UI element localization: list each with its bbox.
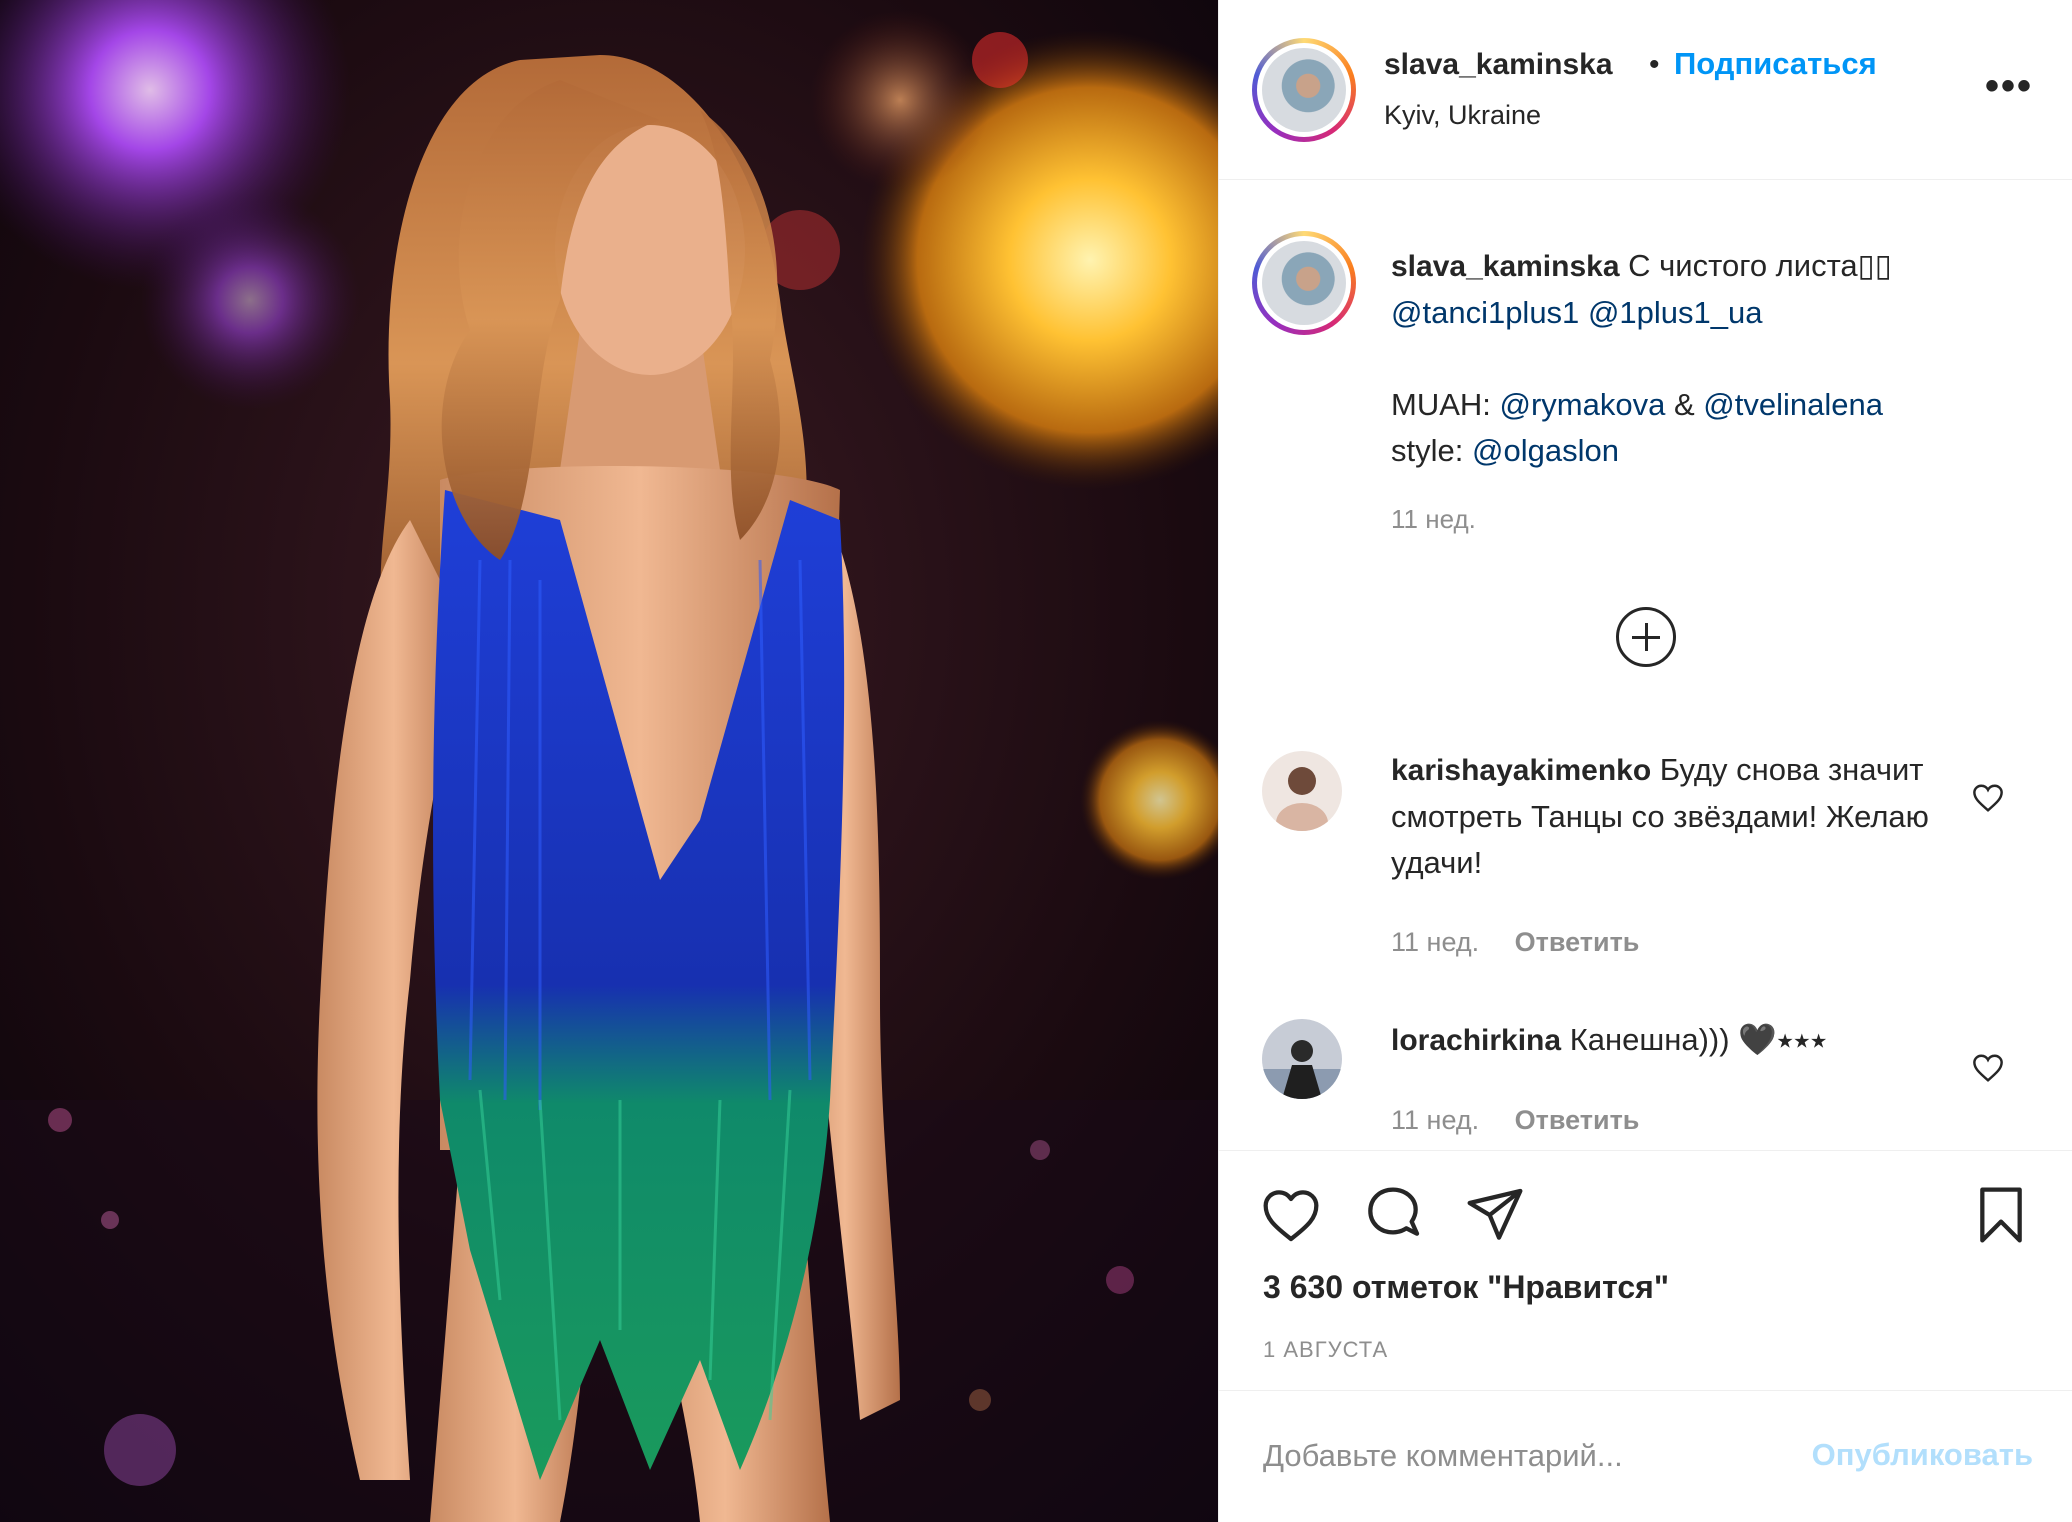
comments-list[interactable]: slava_kaminska С чистого листа▯▯ @tanci1… — [1219, 181, 2072, 1151]
comment-text: Канешна))) 🖤⭑⭑⭑ — [1569, 1022, 1827, 1057]
follow-button[interactable]: Подписаться — [1674, 46, 1877, 82]
caption-text: С чистого листа▯▯ — [1628, 248, 1892, 283]
ampersand: & — [1673, 387, 1695, 422]
muah-label: MUAH: — [1391, 387, 1491, 422]
comment-username[interactable]: karishayakimenko — [1391, 754, 1651, 787]
avatar[interactable] — [1262, 1019, 1342, 1099]
heart-icon[interactable] — [1971, 783, 2005, 813]
author-avatar[interactable] — [1252, 38, 1356, 142]
mention-link[interactable]: @1plus1_ua — [1588, 295, 1763, 330]
comment-time[interactable]: 11 нед. — [1391, 1105, 1479, 1135]
comment-body: lorachirkina Канешна))) 🖤⭑⭑⭑ — [1391, 1017, 1931, 1064]
add-comment-bar: Опубликовать — [1219, 1390, 2072, 1522]
post-actions: 3 630 отметок "Нравится" 1 АВГУСТА — [1219, 1150, 2072, 1390]
post-image-illustration — [0, 0, 1218, 1522]
mention-link[interactable]: @tanci1plus1 — [1391, 295, 1579, 330]
paper-plane-icon[interactable] — [1463, 1183, 1527, 1247]
post-side-panel: slava_kaminska • Подписаться Kyiv, Ukrai… — [1218, 0, 2072, 1522]
post-date[interactable]: 1 АВГУСТА — [1263, 1337, 1388, 1363]
more-horizontal-icon[interactable]: ••• — [1985, 66, 2033, 106]
comment-meta: 11 нед. Ответить — [1391, 1105, 1639, 1136]
comment-input[interactable] — [1263, 1431, 1823, 1481]
comment-time[interactable]: 11 нед. — [1391, 927, 1479, 957]
comment-meta: 11 нед. Ответить — [1391, 927, 1639, 958]
mention-link[interactable]: @olgaslon — [1472, 433, 1619, 468]
mention-link[interactable]: @tvelinalena — [1703, 387, 1883, 422]
bookmark-icon[interactable] — [1969, 1183, 2033, 1247]
reply-button[interactable]: Ответить — [1515, 927, 1640, 957]
post-header: slava_kaminska • Подписаться Kyiv, Ukrai… — [1219, 0, 2072, 180]
header-separator: • — [1649, 48, 1660, 81]
likes-count[interactable]: 3 630 отметок "Нравится" — [1263, 1269, 1669, 1306]
heart-icon[interactable] — [1259, 1183, 1323, 1247]
avatar[interactable] — [1262, 751, 1342, 831]
mention-link[interactable]: @rymakova — [1500, 387, 1666, 422]
author-username[interactable]: slava_kaminska — [1384, 48, 1613, 82]
heart-icon[interactable] — [1971, 1053, 2005, 1083]
reply-button[interactable]: Ответить — [1515, 1105, 1640, 1135]
comment-body: karishayakimenko Буду снова значит смотр… — [1391, 747, 1931, 886]
caption-username[interactable]: slava_kaminska — [1391, 250, 1620, 283]
post-caption: slava_kaminska С чистого листа▯▯ @tanci1… — [1391, 243, 2011, 542]
post-location[interactable]: Kyiv, Ukraine — [1384, 100, 1541, 131]
publish-button[interactable]: Опубликовать — [1812, 1437, 2033, 1473]
post-photo[interactable] — [0, 0, 1218, 1522]
comment-username[interactable]: lorachirkina — [1391, 1024, 1561, 1057]
plus-circle-icon[interactable] — [1616, 607, 1676, 667]
caption-author-avatar[interactable] — [1252, 231, 1356, 335]
caption-time[interactable]: 11 нед. — [1391, 496, 2011, 542]
comment-icon[interactable] — [1361, 1183, 1425, 1247]
style-label: style: — [1391, 433, 1464, 468]
